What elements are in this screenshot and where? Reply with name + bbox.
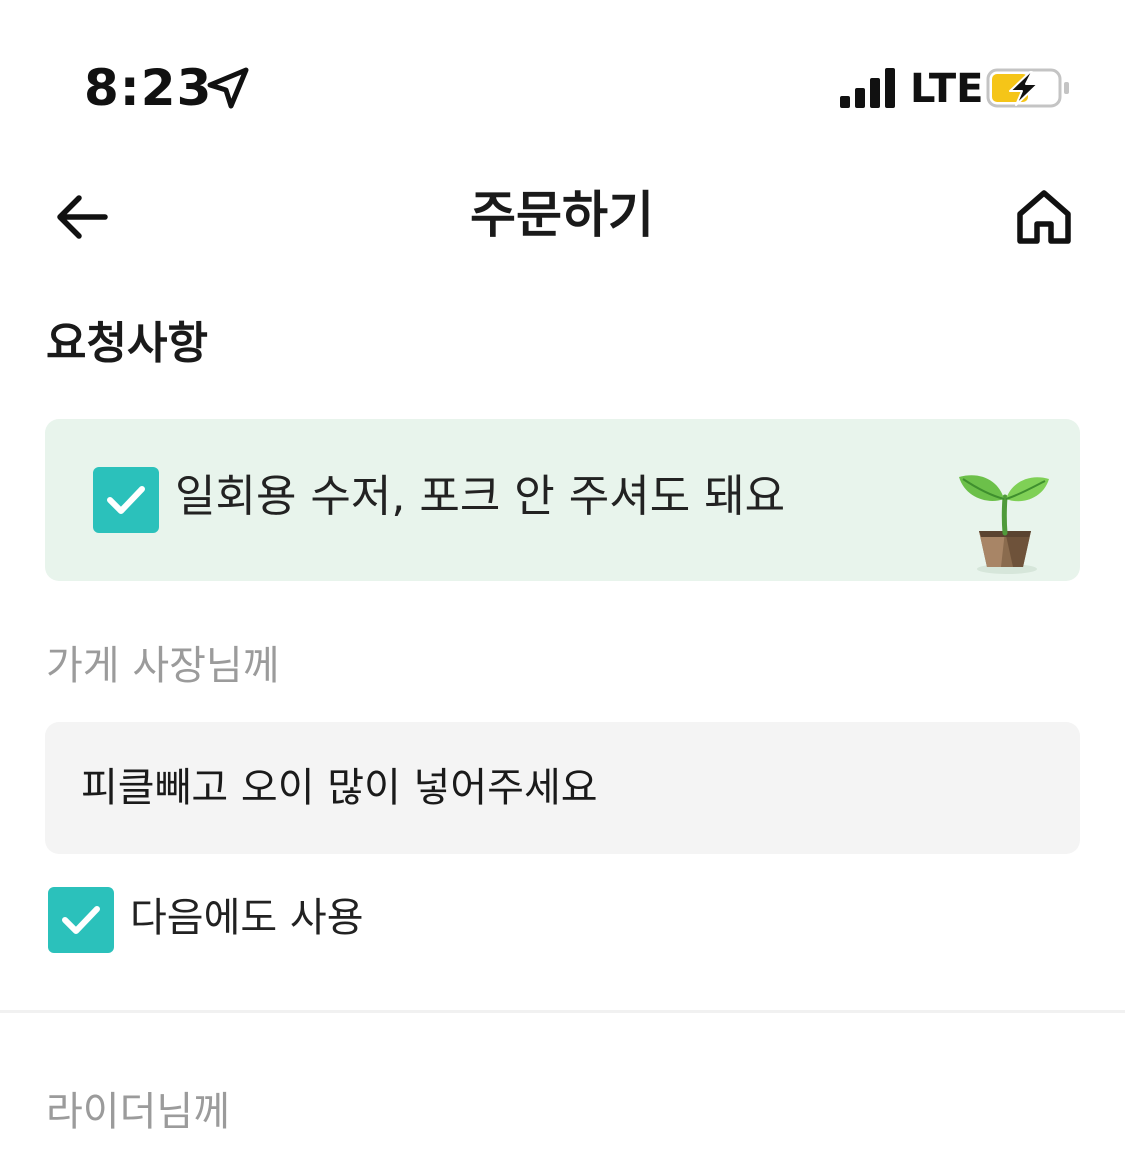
- reuse-next-time-label[interactable]: 다음에도 사용: [130, 888, 364, 948]
- store-request-label: 가게 사장님께: [46, 643, 280, 689]
- back-button[interactable]: [50, 186, 112, 248]
- store-request-field[interactable]: 피클빼고 오이 많이 넣어주세요: [45, 722, 1080, 854]
- plant-sprout-icon: [959, 475, 1049, 574]
- status-bar: 8:23 LTE: [0, 0, 1125, 150]
- back-arrow-icon: [57, 195, 108, 239]
- page-title: 주문하기: [470, 186, 654, 244]
- home-button[interactable]: [1010, 184, 1078, 250]
- no-cutlery-checkbox[interactable]: [93, 467, 159, 533]
- store-request-text: 피클빼고 오이 많이 넣어주세요: [81, 765, 598, 811]
- signal-bars-icon: [840, 68, 895, 108]
- network-label: LTE: [910, 66, 984, 112]
- status-time: 8:23: [84, 59, 213, 117]
- reuse-next-time-checkbox[interactable]: [48, 887, 114, 953]
- section-divider: [0, 1010, 1125, 1013]
- no-cutlery-option[interactable]: 일회용 수저, 포크 안 주셔도 돼요: [45, 419, 1080, 581]
- battery-charging-icon: [986, 68, 1069, 108]
- rider-request-label: 라이더님께: [46, 1089, 230, 1135]
- checkmark-icon: [107, 486, 145, 514]
- section-title: 요청사항: [46, 318, 208, 369]
- home-icon: [1017, 190, 1071, 244]
- location-arrow-icon: [207, 67, 249, 109]
- no-cutlery-label: 일회용 수저, 포크 안 주셔도 돼요: [175, 471, 786, 522]
- checkmark-icon: [62, 906, 100, 934]
